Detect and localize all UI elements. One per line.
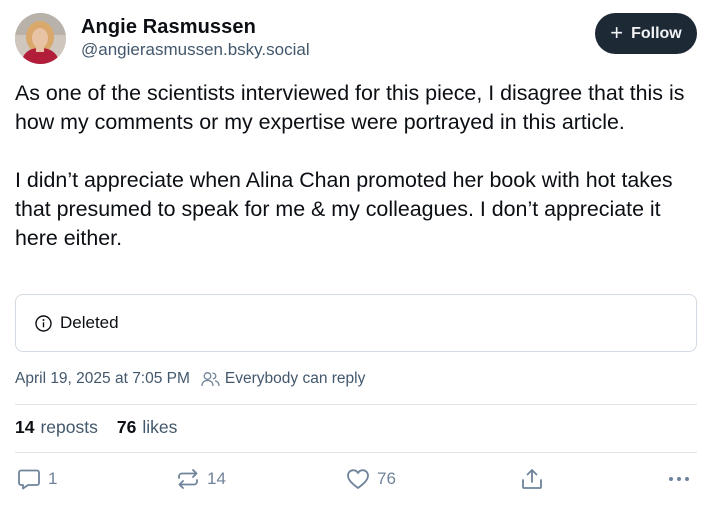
more-dots-icon [667, 468, 691, 490]
info-icon [35, 314, 52, 332]
plus-icon: + [610, 19, 624, 45]
reply-icon [17, 468, 41, 490]
post-body: As one of the scientists interviewed for… [15, 79, 700, 253]
follow-button-label: Follow [631, 24, 682, 42]
post-header: Angie Rasmussen @angierasmussen.bsky.soc… [15, 13, 697, 65]
post-meta: April 19, 2025 at 7:05 PM Everybody can … [15, 370, 365, 388]
author-display-name[interactable]: Angie Rasmussen [81, 15, 310, 39]
reply-button[interactable]: 1 [17, 468, 57, 490]
people-icon [201, 371, 220, 387]
reply-count: 1 [48, 469, 58, 488]
post-paragraph: As one of the scientists interviewed for… [15, 81, 685, 134]
avatar-image [15, 13, 66, 64]
post-timestamp[interactable]: April 19, 2025 at 7:05 PM [15, 370, 190, 388]
repost-count: 14 [207, 469, 226, 488]
reposts-label: reposts [40, 417, 98, 437]
engagement-stats: 14 reposts 76 likes [15, 417, 177, 438]
likes-stat[interactable]: 76 likes [117, 417, 177, 438]
share-icon [520, 468, 544, 490]
repost-icon [176, 468, 200, 490]
deleted-label: Deleted [60, 313, 119, 332]
reposts-count: 14 [15, 417, 35, 437]
quoted-post-deleted: Deleted [15, 294, 697, 352]
author-names: Angie Rasmussen @angierasmussen.bsky.soc… [81, 15, 310, 61]
likes-label: likes [142, 417, 178, 437]
more-options-button[interactable] [667, 468, 691, 490]
author-handle[interactable]: @angierasmussen.bsky.social [81, 39, 310, 61]
repost-button[interactable]: 14 [176, 468, 226, 490]
likes-count: 76 [116, 417, 137, 437]
action-bar: 1 14 76 [15, 468, 697, 498]
share-button[interactable] [520, 468, 544, 490]
divider [15, 404, 697, 405]
post-paragraph: I didn’t appreciate when Alina Chan prom… [15, 168, 673, 250]
divider [15, 452, 697, 453]
reposts-stat[interactable]: 14 reposts [15, 417, 98, 438]
reply-setting[interactable]: Everybody can reply [225, 370, 365, 388]
avatar[interactable] [15, 13, 66, 64]
like-button[interactable]: 76 [346, 468, 396, 490]
follow-button[interactable]: + Follow [595, 13, 697, 54]
like-count: 76 [377, 469, 396, 488]
heart-icon [346, 468, 370, 490]
